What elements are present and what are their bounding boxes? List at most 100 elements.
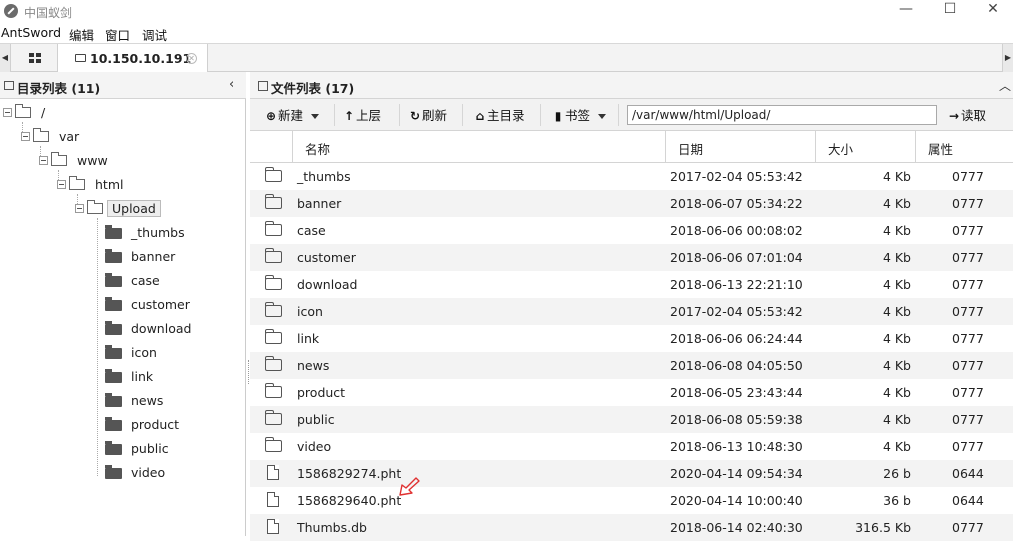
file-date: 2017-02-04 05:53:42 (670, 169, 803, 184)
tree-leaf[interactable]: icon (105, 344, 225, 362)
minimize-button[interactable]: — (883, 0, 929, 22)
menu-antsword[interactable]: AntSword (1, 25, 61, 40)
tree-leaf[interactable]: video (105, 464, 225, 482)
collapse-node-icon[interactable] (3, 108, 12, 117)
file-list-header: 文件列表 (17) ︿ (250, 72, 1013, 99)
column-date[interactable]: 日期 (666, 131, 816, 163)
table-row[interactable]: 1586829640.pht 2020-04-14 10:00:40 36 b … (250, 487, 1013, 514)
file-name: customer (297, 250, 356, 265)
file-perm: 0644 (952, 493, 984, 508)
tab-scroll-left-button[interactable]: ◀ (0, 44, 11, 72)
column-size[interactable]: 大小 (816, 131, 916, 163)
tree-node-label: var (59, 129, 80, 144)
tree-node-root[interactable]: / (3, 104, 123, 122)
file-name: 1586829274.pht (297, 466, 402, 481)
table-row[interactable]: banner 2018-06-07 05:34:22 4 Kb 0777 (250, 190, 1013, 217)
tree-leaf[interactable]: public (105, 440, 225, 458)
table-row[interactable]: download 2018-06-13 22:21:10 4 Kb 0777 (250, 271, 1013, 298)
column-attr[interactable]: 属性 (916, 131, 1013, 163)
file-icon (258, 81, 268, 91)
tree-leaf[interactable]: link (105, 368, 225, 386)
home-dir-button[interactable]: ⌂ 主目录 (473, 105, 525, 125)
maximize-button[interactable]: ☐ (927, 0, 973, 22)
tree-leaf[interactable]: _thumbs (105, 224, 225, 242)
tree-leaf-label: public (131, 441, 169, 456)
column-name[interactable]: 名称 (293, 131, 666, 163)
bookmark-icon: ▮ (554, 109, 562, 123)
tab-session[interactable]: 10.150.10.191 ✕ (58, 44, 208, 73)
table-row[interactable]: public 2018-06-08 05:59:38 4 Kb 0777 (250, 406, 1013, 433)
table-row[interactable]: icon 2017-02-04 05:53:42 4 Kb 0777 (250, 298, 1013, 325)
table-row[interactable]: video 2018-06-13 10:48:30 4 Kb 0777 (250, 433, 1013, 460)
menu-debug[interactable]: 调试 (142, 25, 167, 44)
collapse-node-icon[interactable] (39, 156, 48, 165)
new-button[interactable]: ⊕ 新建 (264, 105, 320, 125)
directory-panel-title: 目录列表 (11) (17, 81, 101, 96)
tab-scroll-right-button[interactable]: ▶ (1002, 44, 1013, 72)
file-perm: 0777 (952, 385, 984, 400)
collapse-node-icon[interactable] (57, 180, 66, 189)
tab-home[interactable] (12, 44, 58, 72)
table-row[interactable]: link 2018-06-06 06:24:44 4 Kb 0777 (250, 325, 1013, 352)
file-date: 2018-06-08 05:59:38 (670, 412, 803, 427)
tree-node-www[interactable]: www (39, 152, 159, 170)
tree-leaf[interactable]: product (105, 416, 225, 434)
collapse-up-icon[interactable]: ︿ (999, 77, 1011, 94)
table-row[interactable]: customer 2018-06-06 07:01:04 4 Kb 0777 (250, 244, 1013, 271)
folder-icon (105, 345, 122, 359)
file-perm: 0777 (952, 169, 984, 184)
annotation-arrow-icon (399, 477, 420, 496)
arrow-up-icon: ↑ (343, 109, 355, 123)
close-window-button[interactable]: ✕ (970, 0, 1013, 22)
collapse-panel-icon[interactable]: ‹ (229, 77, 234, 92)
folder-icon (265, 356, 282, 371)
file-date: 2018-06-06 00:08:02 (670, 223, 803, 238)
file-date: 2018-06-06 06:24:44 (670, 331, 803, 346)
table-row[interactable]: Thumbs.db 2018-06-14 02:40:30 316.5 Kb 0… (250, 514, 1013, 541)
table-row[interactable]: case 2018-06-06 00:08:02 4 Kb 0777 (250, 217, 1013, 244)
bookmark-button[interactable]: ▮ 书签 (551, 105, 607, 125)
folder-icon (105, 441, 122, 455)
tree-leaf[interactable]: case (105, 272, 225, 290)
folder-open-icon (15, 104, 31, 118)
file-name: product (297, 385, 346, 400)
folder-icon (105, 249, 122, 263)
file-size: 36 b (883, 493, 911, 508)
file-perm: 0777 (952, 331, 984, 346)
folder-icon (265, 194, 282, 209)
tree-node-label: html (95, 177, 124, 192)
divider (618, 104, 619, 126)
home-dir-label: 主目录 (487, 108, 525, 123)
tree-node-label: www (77, 153, 108, 168)
tree-node-upload[interactable]: Upload (75, 200, 195, 218)
plus-circle-icon: ⊕ (265, 109, 277, 123)
table-row[interactable]: _thumbs 2017-02-04 05:53:42 4 Kb 0777 (250, 163, 1013, 190)
file-size: 4 Kb (882, 439, 911, 454)
tree-node-var[interactable]: var (21, 128, 141, 146)
folder-open-icon (69, 176, 85, 190)
file-date: 2017-02-04 05:53:42 (670, 304, 803, 319)
table-row[interactable]: news 2018-06-08 04:05:50 4 Kb 0777 (250, 352, 1013, 379)
tree-leaf[interactable]: customer (105, 296, 225, 314)
file-name: 1586829640.pht (297, 493, 402, 508)
tree-leaf[interactable]: download (105, 320, 225, 338)
menu-window[interactable]: 窗口 (105, 25, 130, 44)
refresh-button[interactable]: ↻ 刷新 (408, 105, 447, 125)
collapse-node-icon[interactable] (75, 204, 84, 213)
tree-leaf-label: _thumbs (131, 225, 185, 240)
tab-close-icon[interactable]: ✕ (186, 53, 197, 64)
collapse-node-icon[interactable] (21, 132, 30, 141)
read-button[interactable]: → 读取 (947, 105, 986, 125)
file-name: _thumbs (297, 169, 351, 184)
table-row[interactable]: 1586829274.pht 2020-04-14 09:54:34 26 b … (250, 460, 1013, 487)
folder-open-icon (51, 152, 67, 166)
path-input[interactable] (627, 105, 937, 125)
tree-leaf[interactable]: banner (105, 248, 225, 266)
file-date: 2018-06-13 10:48:30 (670, 439, 803, 454)
tree-leaf[interactable]: news (105, 392, 225, 410)
table-row[interactable]: product 2018-06-05 23:43:44 4 Kb 0777 (250, 379, 1013, 406)
tab-bar: ◀ 10.150.10.191 ✕ ▶ (0, 43, 1013, 73)
menu-edit[interactable]: 编辑 (69, 25, 94, 44)
tree-node-html[interactable]: html (57, 176, 177, 194)
up-level-button[interactable]: ↑ 上层 (342, 105, 381, 125)
